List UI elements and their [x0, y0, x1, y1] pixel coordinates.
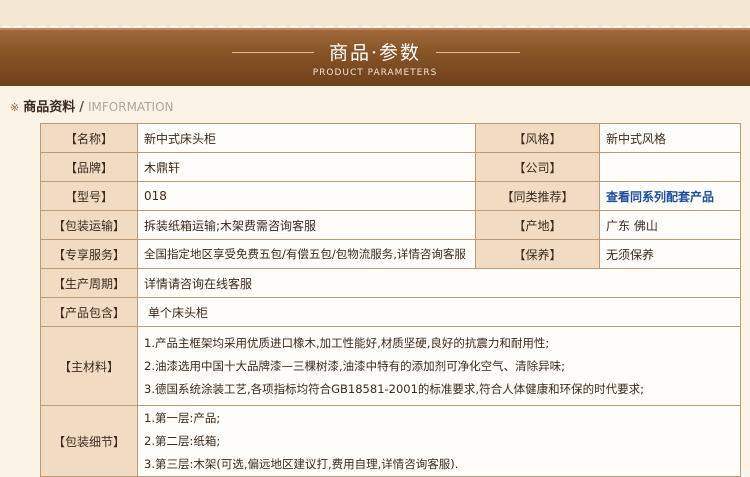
brand-label: 【品牌】 — [40, 152, 138, 182]
service-label: 【专享服务】 — [40, 239, 138, 269]
table-row: 【包装运输】 拆装纸箱运输;木架费需咨询客服 【产地】 广东 佛山 — [40, 210, 741, 240]
material-line: 2.油漆选用中国十大品牌漆—三棵树漆,油漆中特有的添加剂可净化空气、清除异味; — [144, 358, 565, 373]
cycle-label: 【生产周期】 — [40, 268, 138, 298]
table-row: 【生产周期】 详情请咨询在线客服 — [40, 268, 741, 298]
company-label: 【公司】 — [475, 152, 600, 182]
table-row: 【型号】 018 【同类推荐】 查看同系列配套产品 — [40, 181, 741, 211]
table-row: 【主材料】 1.产品主框架均采用优质进口橡木,加工性能好,材质坚硬,良好的抗震力… — [40, 326, 741, 406]
reference-mark-icon: ※ — [10, 101, 20, 114]
material-value: 1.产品主框架均采用优质进口橡木,加工性能好,材质坚硬,良好的抗震力和耐用性; … — [137, 326, 741, 406]
packing-line: 3.第三层:木架(可选,偏远地区建议打,费用自理,详情咨询客服). — [144, 456, 459, 471]
header-banner: 商品·参数 PRODUCT PARAMETERS — [0, 28, 750, 86]
shipping-label: 【包装运输】 — [40, 210, 138, 240]
table-row: 【包装细节】 1.第一层:产品; 2.第二层:纸箱; 3.第三层:木架(可选,偏… — [40, 405, 741, 477]
origin-value: 广东 佛山 — [599, 210, 741, 240]
section-title-en: IMFORMATION — [87, 100, 174, 114]
material-label: 【主材料】 — [40, 326, 138, 406]
banner-subtitle: PRODUCT PARAMETERS — [312, 68, 438, 78]
model-value: 018 — [137, 181, 476, 211]
contents-label: 【产品包含】 — [40, 297, 138, 327]
origin-label: 【产地】 — [475, 210, 600, 240]
table-row: 【名称】 新中式床头柜 【风格】 新中式风格 — [40, 123, 741, 153]
warranty-label: 【保养】 — [475, 239, 600, 269]
table-row: 【品牌】 木鼎轩 【公司】 — [40, 152, 741, 182]
parameters-table: 【名称】 新中式床头柜 【风格】 新中式风格 【品牌】 木鼎轩 【公司】 【型号… — [40, 123, 741, 477]
service-value: 全国指定地区享受免费五包/有偿五包/包物流服务,详情咨询客服 — [137, 239, 476, 269]
cycle-value: 详情请咨询在线客服 — [137, 268, 741, 298]
style-value: 新中式风格 — [599, 123, 741, 153]
name-label: 【名称】 — [40, 123, 138, 153]
brand-value: 木鼎轩 — [137, 152, 476, 182]
table-row: 【产品包含】 单个床头柜 — [40, 297, 741, 327]
packing-line: 2.第二层:纸箱; — [144, 433, 221, 448]
table-row: 【专享服务】 全国指定地区享受免费五包/有偿五包/包物流服务,详情咨询客服 【保… — [40, 239, 741, 269]
packing-value: 1.第一层:产品; 2.第二层:纸箱; 3.第三层:木架(可选,偏远地区建议打,… — [137, 405, 741, 477]
banner-title: 商品·参数 — [328, 42, 422, 64]
contents-value: 单个床头柜 — [137, 297, 741, 327]
name-value: 新中式床头柜 — [137, 123, 476, 153]
similar-label: 【同类推荐】 — [475, 181, 600, 211]
style-label: 【风格】 — [475, 123, 600, 153]
company-value — [599, 152, 741, 182]
section-title-cn: 商品资料 — [23, 100, 76, 115]
decorative-top-edge — [0, 0, 750, 30]
shipping-value: 拆装纸箱运输;木架费需咨询客服 — [137, 210, 476, 240]
banner-divider-right — [436, 52, 520, 53]
packing-line: 1.第一层:产品; — [144, 410, 221, 425]
similar-products-link[interactable]: 查看同系列配套产品 — [599, 181, 741, 211]
warranty-value: 无须保养 — [599, 239, 741, 269]
model-label: 【型号】 — [40, 181, 138, 211]
section-heading: ※ 商品资料 / IMFORMATION — [10, 96, 740, 115]
section-separator: / — [79, 100, 84, 115]
material-line: 3.德国系统涂装工艺,各项指标均符合GB18581-2001的标准要求,符合人体… — [144, 381, 644, 396]
packing-label: 【包装细节】 — [40, 405, 138, 477]
material-line: 1.产品主框架均采用优质进口橡木,加工性能好,材质坚硬,良好的抗震力和耐用性; — [144, 335, 550, 350]
